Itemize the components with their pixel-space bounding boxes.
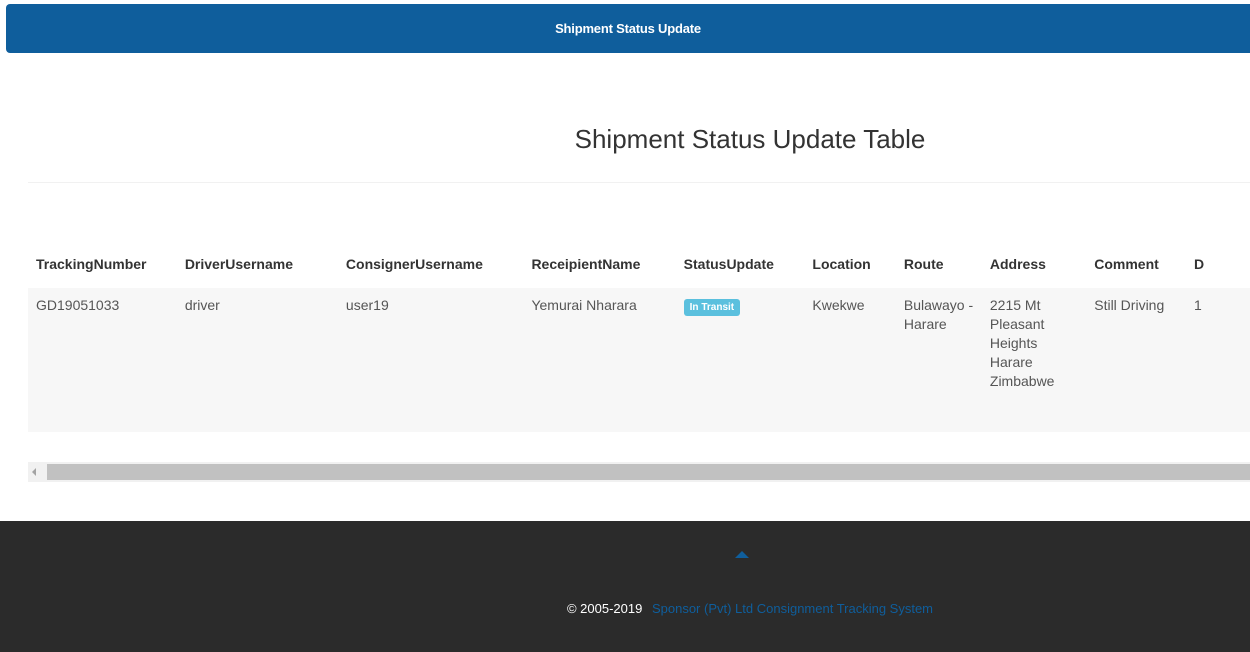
cell-address: 2215 Mt Pleasant Heights Harare Zimbabwe [989,297,1055,389]
column-header-comment: Comment [1094,256,1159,272]
cell-d: 1 [1194,297,1202,313]
column-header-consigner-username: ConsignerUsername [345,256,483,272]
title-divider [28,182,1250,183]
status-badge: In Transit [683,299,741,316]
column-header-tracking-number: TrackingNumber [36,256,147,272]
column-header-location: Location [812,256,871,272]
scroll-left-arrow-icon[interactable] [32,468,36,476]
column-header-route: Route [903,256,944,272]
cell-consigner-username: user19 [345,297,389,313]
horizontal-scrollbar[interactable] [28,462,1250,482]
cell-recipient-name: Yemurai Nharara [531,297,637,313]
footer-text: © 2005-2019 Sponsor (Pvt) Ltd Consignmen… [0,601,1250,616]
page-title: Shipment Status Update Table [574,124,926,154]
column-header-driver-username: DriverUsername [184,256,293,272]
column-header-d: D [1194,256,1205,272]
column-header-address: Address [989,256,1046,272]
cell-status-update: In Transit [676,288,805,432]
table-header-row: TrackingNumber DriverUsername ConsignerU… [28,240,1250,288]
top-navbar: Shipment Status Update [6,4,1250,53]
column-header-status-update: StatusUpdate [683,256,774,272]
footer-copyright: © 2005-2019 [566,601,643,616]
cell-location: Kwekwe [812,297,865,313]
scrollbar-thumb[interactable] [47,464,1250,480]
footer-company-link[interactable]: Sponsor (Pvt) Ltd Consignment Tracking S… [652,601,933,616]
column-header-recipient-name: ReceipientName [531,256,641,272]
cell-comment: Still Driving [1094,297,1165,313]
back-to-top-icon[interactable] [735,551,749,558]
navbar-title[interactable]: Shipment Status Update [555,21,701,36]
table-container: TrackingNumber DriverUsername ConsignerU… [28,240,1250,438]
cell-tracking-number: GD19051033 [36,297,120,313]
cell-driver-username: driver [184,297,220,313]
table-row: GD19051033 driver user19 Yemurai Nharara… [28,288,1250,432]
page-footer: © 2005-2019 Sponsor (Pvt) Ltd Consignmen… [0,521,1250,652]
cell-route: Bulawayo - Harare [903,297,974,332]
shipment-status-table: TrackingNumber DriverUsername ConsignerU… [28,240,1250,432]
